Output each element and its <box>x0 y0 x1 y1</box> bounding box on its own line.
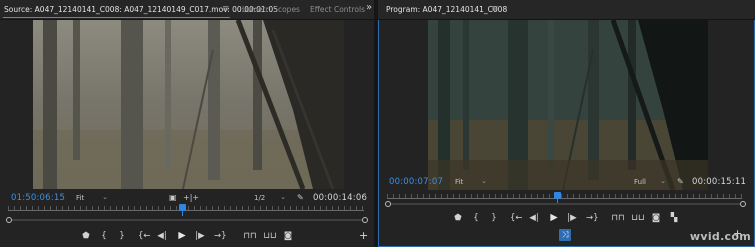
mark-in-button[interactable]: { <box>98 230 110 242</box>
export-frame-button[interactable]: ◙ <box>282 230 294 242</box>
program-zoom-scrollbar[interactable] <box>385 201 746 207</box>
lift-button[interactable]: ⊓⊓ <box>610 212 626 224</box>
source-tab-bar: Source: A047_12140141_C008: A047_1214014… <box>0 0 374 20</box>
mark-out-button[interactable]: } <box>116 230 128 242</box>
active-tab-indicator <box>3 17 230 18</box>
mark-in-button[interactable]: { <box>470 212 482 224</box>
scrollbar-handle-left[interactable] <box>385 201 391 207</box>
toggle-proxies-button[interactable]: ⤨ <box>559 229 571 241</box>
tab-source[interactable]: Source: A047_12140141_C008: A047_1214014… <box>4 5 278 14</box>
add-button[interactable]: + <box>359 229 368 242</box>
go-to-in-button[interactable]: {← <box>138 230 151 242</box>
scrollbar-handle-left[interactable] <box>6 217 12 223</box>
go-to-out-button[interactable]: →} <box>586 212 599 224</box>
chevron-down-icon: ⌄ <box>102 193 108 201</box>
insert-button[interactable]: ⊓⊓ <box>242 230 258 242</box>
panel-menu-icon[interactable]: ≡ <box>491 4 499 14</box>
scrollbar-handle-right[interactable] <box>740 201 746 207</box>
overwrite-button[interactable]: ⊔⊔ <box>262 230 278 242</box>
play-button[interactable]: ▶ <box>176 230 188 242</box>
step-forward-button[interactable]: |▶ <box>194 230 206 242</box>
tab-program[interactable]: Program: A047_12140141_C008 <box>386 5 507 14</box>
source-current-timecode[interactable]: 01:50:06:15 <box>11 193 65 203</box>
chevron-down-icon: ⌄ <box>481 177 487 185</box>
extract-button[interactable]: ⊔⊔ <box>630 212 646 224</box>
source-zoom-value: Fit <box>76 194 85 202</box>
source-video-frame[interactable] <box>33 20 344 189</box>
source-resolution-dropdown[interactable]: 1/2 ⌄ <box>254 193 286 204</box>
export-frame-icon[interactable]: ▣ <box>169 193 177 202</box>
chevron-down-icon: ⌄ <box>660 177 666 185</box>
scrollbar-handle-right[interactable] <box>362 217 368 223</box>
source-resolution-value: 1/2 <box>254 194 266 202</box>
source-zoom-dropdown[interactable]: Fit ⌄ <box>76 193 108 204</box>
add-marker-button[interactable]: ⬟ <box>452 212 464 224</box>
forest-scene-image <box>33 20 344 189</box>
source-time-ruler[interactable] <box>8 204 364 216</box>
tab-lumetri-scopes[interactable]: Lumetri Scopes <box>242 5 300 14</box>
source-zoom-scrollbar[interactable] <box>6 217 368 223</box>
step-back-button[interactable]: ◀| <box>156 230 168 242</box>
wrench-icon[interactable]: ✎ <box>677 177 684 186</box>
program-resolution-value: Full <box>634 178 646 186</box>
source-monitor-panel: Source: A047_12140141_C008: A047_1214014… <box>0 0 374 247</box>
tab-overflow-icon[interactable]: » <box>366 2 372 13</box>
program-playhead[interactable] <box>554 192 561 204</box>
program-current-timecode[interactable]: 00:00:07:07 <box>389 177 443 187</box>
step-back-button[interactable]: ◀| <box>528 212 540 224</box>
add-marker-button[interactable]: ⬟ <box>80 230 92 242</box>
go-to-in-button[interactable]: {← <box>510 212 523 224</box>
program-transport-controls: ⬟ { } {← ◀| ▶ |▶ →} ⊓⊓ ⊔⊔ ◙ ▚ <box>452 212 722 224</box>
source-transport-controls: ⬟ { } {← ◀| ▶ |▶ →} ⊓⊓ ⊔⊔ ◙ <box>80 230 370 242</box>
go-to-out-button[interactable]: →} <box>214 230 227 242</box>
program-tab-bar: Program: A047_12140141_C008 ≡ <box>378 0 755 20</box>
export-frame-button[interactable]: ◙ <box>650 212 662 224</box>
program-zoom-dropdown[interactable]: Fit ⌄ <box>455 177 487 188</box>
watermark-logo: wvid.com <box>689 230 751 243</box>
program-duration: 00:00:15:11 <box>692 177 747 187</box>
program-resolution-dropdown[interactable]: Full ⌄ <box>634 177 666 188</box>
panel-menu-icon[interactable]: ≡ <box>222 4 230 14</box>
safe-margins-icon[interactable]: +|+ <box>183 193 199 202</box>
program-zoom-value: Fit <box>455 178 464 186</box>
wrench-icon[interactable]: ✎ <box>297 193 304 202</box>
chevron-down-icon: ⌄ <box>280 193 286 201</box>
forest-scene-graded-image <box>428 20 708 190</box>
mark-out-button[interactable]: } <box>488 212 500 224</box>
comparison-view-button[interactable]: ▚ <box>668 212 680 224</box>
play-button[interactable]: ▶ <box>548 212 560 224</box>
step-forward-button[interactable]: |▶ <box>566 212 578 224</box>
program-video-frame[interactable] <box>428 20 708 190</box>
source-playhead[interactable] <box>179 204 186 216</box>
tab-effect-controls[interactable]: Effect Controls <box>310 5 365 14</box>
source-duration: 00:00:14:06 <box>313 193 368 203</box>
